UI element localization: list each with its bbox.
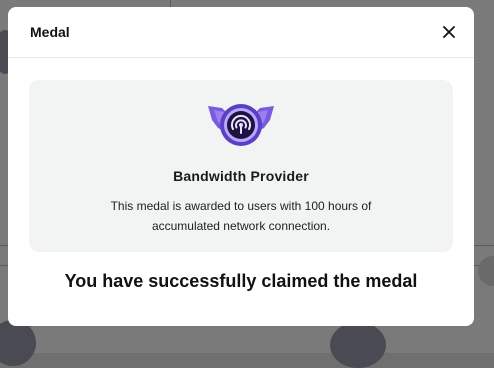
- medal-name: Bandwidth Provider: [173, 168, 309, 184]
- background-medal-icon: [478, 256, 494, 286]
- background-divider: [170, 0, 171, 7]
- medal-card: Bandwidth Provider This medal is awarded…: [29, 80, 453, 252]
- success-message: You have successfully claimed the medal: [64, 271, 418, 291]
- medal-dialog: Medal Bandwidth Provider This medal is a…: [8, 7, 474, 326]
- background-medal-icon: [330, 322, 386, 368]
- close-icon[interactable]: [439, 22, 459, 42]
- winged-broadcast-medal-icon: [208, 104, 274, 146]
- medal-description: This medal is awarded to users with 100 …: [110, 199, 372, 233]
- dialog-title: Medal: [30, 24, 70, 40]
- dialog-header: Medal: [8, 7, 474, 58]
